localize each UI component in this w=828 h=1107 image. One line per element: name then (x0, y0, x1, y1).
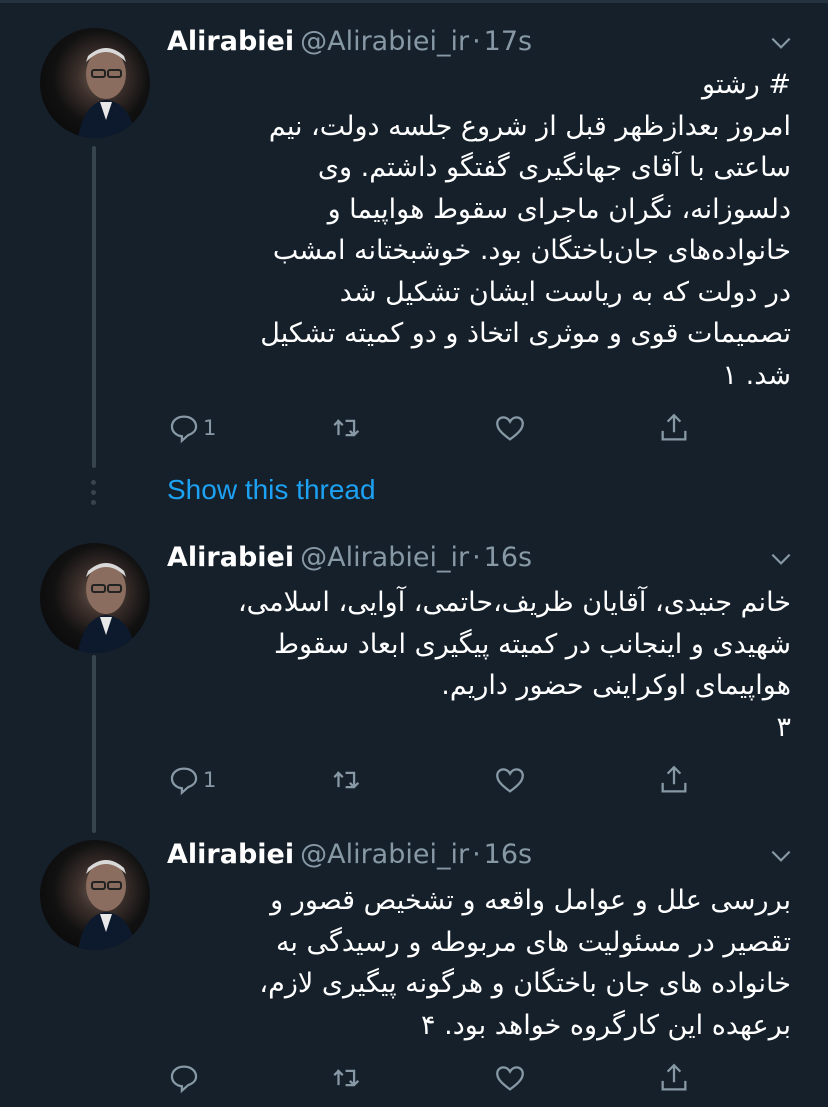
chevron-down-icon[interactable] (768, 546, 794, 572)
chevron-down-icon[interactable] (768, 30, 794, 56)
share-button[interactable] (657, 762, 691, 798)
tweet-text: # رشتو امروز بعدازظهر قبل از شروع جلسه د… (260, 69, 791, 391)
top-divider (0, 0, 828, 3)
separator-dot: · (472, 542, 481, 573)
tweet-actions (167, 1060, 727, 1096)
share-icon (661, 765, 687, 793)
reply-button[interactable]: 1 (167, 410, 216, 446)
reply-icon (170, 1065, 198, 1094)
like-icon (496, 1066, 524, 1091)
avatar[interactable] (40, 840, 150, 950)
timestamp[interactable]: 17s (484, 26, 532, 57)
share-icon (661, 1063, 687, 1091)
author-name[interactable]: Alirabiei (167, 26, 294, 57)
tweet-header: Alirabiei @Alirabiei_ir · 16s (167, 837, 532, 873)
author-name[interactable]: Alirabiei (167, 542, 294, 573)
reply-button[interactable] (167, 1060, 203, 1096)
timestamp[interactable]: 16s (484, 839, 532, 870)
reply-button[interactable]: 1 (167, 762, 216, 798)
avatar[interactable] (40, 543, 150, 653)
separator-dot: · (472, 839, 481, 870)
like-button[interactable] (493, 410, 527, 446)
retweet-button[interactable] (330, 1060, 364, 1096)
reply-icon (170, 415, 198, 444)
retweet-button[interactable] (330, 762, 364, 798)
tweet-text: بررسی علل و عوامل واقعه و تشخیص قصور و ت… (259, 885, 791, 1041)
reply-count: 1 (203, 416, 217, 440)
like-icon (496, 768, 524, 793)
avatar-portrait (78, 563, 136, 653)
retweet-icon (333, 419, 360, 437)
author-handle[interactable]: @Alirabiei_ir (300, 542, 469, 573)
avatar-portrait (78, 48, 136, 138)
thread-gap-dots (91, 480, 97, 510)
retweet-icon (333, 771, 360, 789)
show-thread-link[interactable]: Show this thread (167, 474, 376, 506)
reply-count: 1 (203, 768, 217, 792)
tweet-header: Alirabiei @Alirabiei_ir · 16s (167, 540, 532, 576)
like-icon (496, 416, 524, 441)
author-handle[interactable]: @Alirabiei_ir (300, 839, 469, 870)
share-icon (661, 413, 687, 441)
separator-dot: · (472, 26, 481, 57)
avatar-portrait (78, 860, 136, 950)
chevron-down-icon[interactable] (768, 843, 794, 869)
retweet-button[interactable] (330, 410, 364, 446)
tweet-actions: 1 (167, 410, 727, 446)
avatar[interactable] (40, 28, 150, 138)
reply-icon (170, 767, 198, 796)
share-button[interactable] (657, 1060, 691, 1096)
tweet-header: Alirabiei @Alirabiei_ir · 17s (167, 24, 532, 60)
thread-connector (92, 655, 96, 833)
author-handle[interactable]: @Alirabiei_ir (300, 26, 469, 57)
share-button[interactable] (657, 410, 691, 446)
retweet-icon (333, 1069, 360, 1087)
tweet-actions: 1 (167, 762, 727, 798)
like-button[interactable] (493, 1060, 527, 1096)
author-name[interactable]: Alirabiei (167, 839, 294, 870)
thread-connector (92, 146, 96, 468)
timestamp[interactable]: 16s (484, 542, 532, 573)
tweet-text: خانم جنیدی، آقایان ظریف،حاتمی، آوایی، اس… (237, 587, 791, 743)
like-button[interactable] (493, 762, 527, 798)
